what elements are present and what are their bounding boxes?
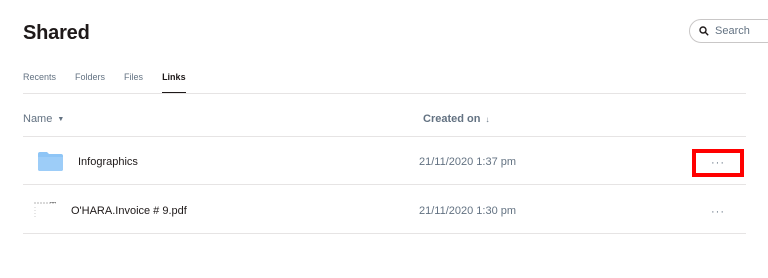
tab-recents[interactable]: Recents xyxy=(23,72,56,94)
search-icon xyxy=(699,26,709,36)
more-horizontal-icon: ··· xyxy=(711,206,725,218)
more-horizontal-icon: ··· xyxy=(711,157,725,169)
row-name[interactable]: O'HARA.Invoice # 9.pdf xyxy=(71,205,187,217)
tab-links[interactable]: Links xyxy=(162,72,186,94)
row-divider xyxy=(23,233,746,234)
column-header-name[interactable]: Name ▼ xyxy=(23,113,64,125)
tab-bar: Recents Folders Files Links xyxy=(23,72,205,94)
table-row[interactable]: O'HARA.Invoice # 9.pdf 21/11/2020 1:30 p… xyxy=(23,186,746,234)
shared-page: Shared Search Recents Folders Files Link… xyxy=(0,0,768,278)
tab-files[interactable]: Files xyxy=(124,72,143,94)
sort-arrow-down-icon: ↓ xyxy=(485,114,490,124)
table-row[interactable]: Infographics 21/11/2020 1:37 pm ··· xyxy=(23,137,746,185)
column-header-created-label: Created on xyxy=(423,113,481,125)
search-placeholder: Search xyxy=(715,25,750,37)
folder-icon xyxy=(38,152,63,171)
row-created-on: 21/11/2020 1:37 pm xyxy=(419,156,517,168)
row-divider xyxy=(23,184,746,185)
caret-down-icon: ▼ xyxy=(57,115,65,123)
page-title: Shared xyxy=(23,22,90,44)
row-created-on: 21/11/2020 1:30 pm xyxy=(419,205,517,217)
column-header-created-on[interactable]: Created on ↓ xyxy=(423,113,489,125)
more-options-button[interactable]: ··· xyxy=(692,149,744,177)
row-name[interactable]: Infographics xyxy=(78,156,138,168)
tab-folders[interactable]: Folders xyxy=(75,72,105,94)
tabs-divider xyxy=(23,93,746,94)
pdf-thumbnail-icon xyxy=(34,202,56,218)
search-input[interactable]: Search xyxy=(689,19,768,43)
more-options-button[interactable]: ··· xyxy=(692,198,744,226)
column-header-name-label: Name xyxy=(23,113,53,125)
